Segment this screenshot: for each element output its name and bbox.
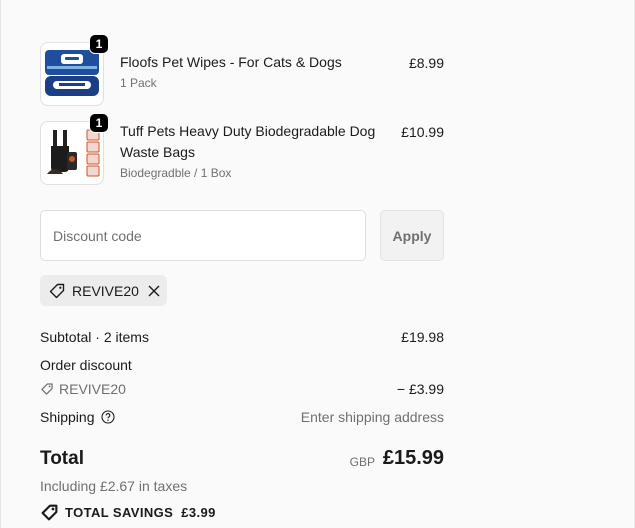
total-savings-row: TOTAL SAVINGS £3.99 xyxy=(40,503,216,522)
discount-code-row: REVIVE20 xyxy=(40,381,126,397)
order-discount-label: Order discount xyxy=(40,357,132,373)
discount-code-input[interactable] xyxy=(40,210,366,261)
help-circle-icon[interactable] xyxy=(100,410,115,424)
savings-tag-icon xyxy=(40,503,59,522)
subtotal-value: £19.98 xyxy=(401,329,444,345)
currency-code: GBP xyxy=(349,455,375,469)
close-icon[interactable] xyxy=(147,284,161,298)
item-variant-waste-bags: Biodegradble / 1 Box xyxy=(120,166,232,180)
panel-left-border xyxy=(0,0,1,528)
discount-value: − £3.99 xyxy=(396,381,444,397)
item-title-waste-bags-line2: Waste Bags xyxy=(120,144,195,160)
apply-discount-button[interactable]: Apply xyxy=(380,210,444,261)
item-price-waste-bags: £10.99 xyxy=(401,124,444,140)
tag-icon xyxy=(48,282,66,300)
item-title-waste-bags: Tuff Pets Heavy Duty Biodegradable Dog xyxy=(120,123,376,139)
item-variant-wipes: 1 Pack xyxy=(120,76,157,90)
savings-value: £3.99 xyxy=(181,505,216,520)
product-thumbnail-wipes: 1 xyxy=(40,34,109,106)
summary-discount-code: REVIVE20 xyxy=(59,381,126,397)
savings-label: TOTAL SAVINGS xyxy=(65,505,174,520)
quantity-badge: 1 xyxy=(89,34,109,54)
quantity-badge: 1 xyxy=(89,113,109,133)
total-value: £15.99 xyxy=(382,447,444,469)
subtotal-label: Subtotal · 2 items xyxy=(40,329,149,345)
applied-discount-code: REVIVE20 xyxy=(72,282,139,299)
shipping-value: Enter shipping address xyxy=(300,409,444,425)
product-thumbnail-waste-bags: 1 xyxy=(40,113,109,185)
tag-icon xyxy=(40,382,54,396)
item-title-wipes: Floofs Pet Wipes - For Cats & Dogs xyxy=(120,54,342,70)
item-price-wipes: £8.99 xyxy=(408,55,444,71)
total-label: Total xyxy=(40,448,84,469)
shipping-label: Shipping xyxy=(40,409,95,425)
taxes-note: Including £2.67 in taxes xyxy=(40,478,188,494)
applied-discount-chip: REVIVE20 xyxy=(40,275,167,306)
shipping-row: Shipping xyxy=(40,409,115,425)
